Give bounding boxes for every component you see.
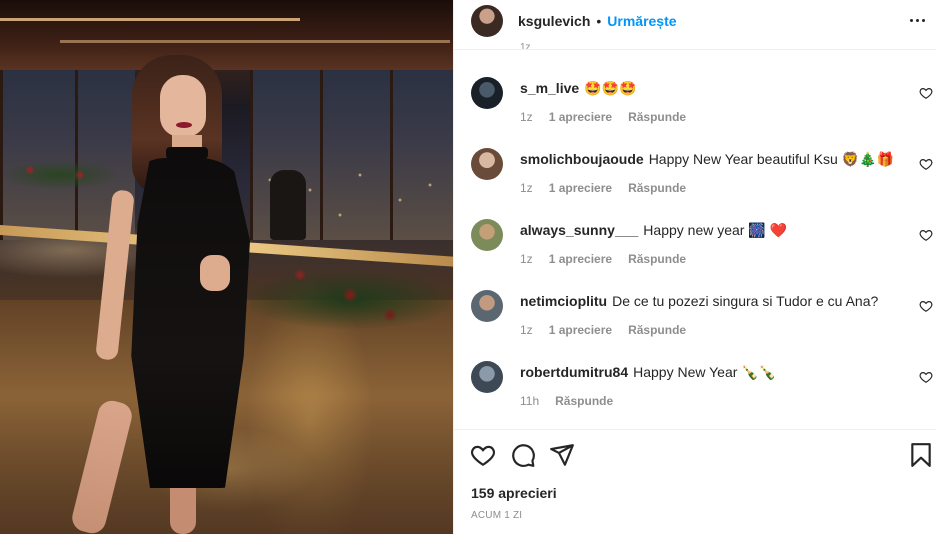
comment-likes[interactable]: 1 apreciere <box>549 323 612 337</box>
send-icon[interactable] <box>549 442 575 468</box>
commenter-username[interactable]: smolichboujaoude <box>520 151 644 167</box>
author-avatar[interactable] <box>471 5 503 37</box>
heart-icon[interactable] <box>919 228 933 242</box>
ceiling-light <box>0 18 300 21</box>
woman-hand <box>200 255 230 291</box>
comment-likes[interactable]: 1 apreciere <box>549 252 612 266</box>
heart-icon[interactable] <box>470 442 496 468</box>
comment-text-row: netimcioplitu De ce tu pozezi singura si … <box>520 292 900 310</box>
comment-text-row: s_m_live 🤩🤩🤩 <box>520 79 900 97</box>
commenter-avatar[interactable] <box>471 361 503 393</box>
commenter-username[interactable]: always_sunny___ <box>520 222 638 238</box>
comment-age[interactable]: 1z <box>520 252 533 266</box>
christmas-garland <box>250 255 450 345</box>
more-horizontal-icon[interactable] <box>907 10 927 30</box>
follow-button[interactable]: Urmărește <box>607 13 676 29</box>
comment-meta: 1z 1 apreciere Răspunde <box>520 181 686 195</box>
comment-item: smolichboujaoude Happy New Year beautiful… <box>454 148 936 219</box>
commenter-username[interactable]: netimcioplitu <box>520 293 607 309</box>
comment-item: netimcioplitu De ce tu pozezi singura si … <box>454 290 936 361</box>
commenter-avatar[interactable] <box>471 219 503 251</box>
comment-icon[interactable] <box>510 442 536 468</box>
comment-item: s_m_live 🤩🤩🤩 1z 1 apreciere Răspunde <box>454 77 936 148</box>
divider <box>454 429 936 430</box>
comment-meta: 1z 1 apreciere Răspunde <box>520 252 686 266</box>
commenter-avatar[interactable] <box>471 148 503 180</box>
comment-age[interactable]: 11h <box>520 394 539 408</box>
comment-item: robertdumitru84 Happy New Year 🍾🍾 11h Răs… <box>454 361 936 432</box>
reply-button[interactable]: Răspunde <box>628 252 686 266</box>
comment-text-row: robertdumitru84 Happy New Year 🍾🍾 <box>520 363 900 381</box>
comment-age[interactable]: 1z <box>520 181 533 195</box>
comment-text: Happy New Year beautiful Ksu 🦁🎄🎁 <box>648 151 894 167</box>
comment-item: always_sunny___ Happy new year 🎆 ❤️ 1z 1 … <box>454 219 936 290</box>
comment-likes[interactable]: 1 apreciere <box>549 181 612 195</box>
bookmark-icon[interactable] <box>908 442 934 468</box>
post-photo[interactable] <box>0 0 453 534</box>
reply-button[interactable]: Răspunde <box>555 394 613 408</box>
woman-lips <box>176 122 192 128</box>
commenter-username[interactable]: s_m_live <box>520 80 579 96</box>
comment-age[interactable]: 1z <box>520 110 533 124</box>
garland <box>0 155 120 195</box>
previous-comment-meta: 1z <box>520 42 531 53</box>
post-header: ksgulevich • Urmărește <box>454 0 936 42</box>
ceiling-light <box>60 40 450 43</box>
black-dress <box>131 158 250 488</box>
comment-text: De ce tu pozezi singura si Tudor e cu An… <box>612 293 879 309</box>
likes-count[interactable]: 159 aprecieri <box>471 485 557 501</box>
post-actions-bar <box>454 440 936 470</box>
comment-text: Happy new year 🎆 ❤️ <box>643 222 788 238</box>
heart-icon[interactable] <box>919 86 933 100</box>
comment-meta: 1z 1 apreciere Răspunde <box>520 323 686 337</box>
divider <box>454 49 936 50</box>
comment-text: Happy New Year 🍾🍾 <box>633 364 777 380</box>
reply-button[interactable]: Răspunde <box>628 110 686 124</box>
comment-likes[interactable]: 1 apreciere <box>549 110 612 124</box>
commenter-avatar[interactable] <box>471 290 503 322</box>
comment-text: 🤩🤩🤩 <box>584 80 637 96</box>
comment-text-row: smolichboujaoude Happy New Year beautiful… <box>520 150 900 168</box>
comment-age[interactable]: 1z <box>520 323 533 337</box>
choker <box>166 147 208 159</box>
author-username[interactable]: ksgulevich <box>518 13 590 29</box>
heart-icon[interactable] <box>919 370 933 384</box>
ceiling <box>0 0 453 70</box>
comment-text-row: always_sunny___ Happy new year 🎆 ❤️ <box>520 221 900 239</box>
comment-meta: 1z 1 apreciere Răspunde <box>520 110 686 124</box>
heart-icon[interactable] <box>919 299 933 313</box>
reply-button[interactable]: Răspunde <box>628 323 686 337</box>
comment-meta: 11h Răspunde <box>520 394 613 408</box>
commenter-username[interactable]: robertdumitru84 <box>520 364 628 380</box>
separator-dot: • <box>596 13 602 29</box>
background-person <box>270 170 306 240</box>
commenter-avatar[interactable] <box>471 77 503 109</box>
heart-icon[interactable] <box>919 157 933 171</box>
post-timestamp[interactable]: ACUM 1 ZI <box>471 510 522 521</box>
post-side-panel: ksgulevich • Urmărește 1z s_m_live 🤩🤩🤩 1z… <box>453 0 936 534</box>
reply-button[interactable]: Răspunde <box>628 181 686 195</box>
